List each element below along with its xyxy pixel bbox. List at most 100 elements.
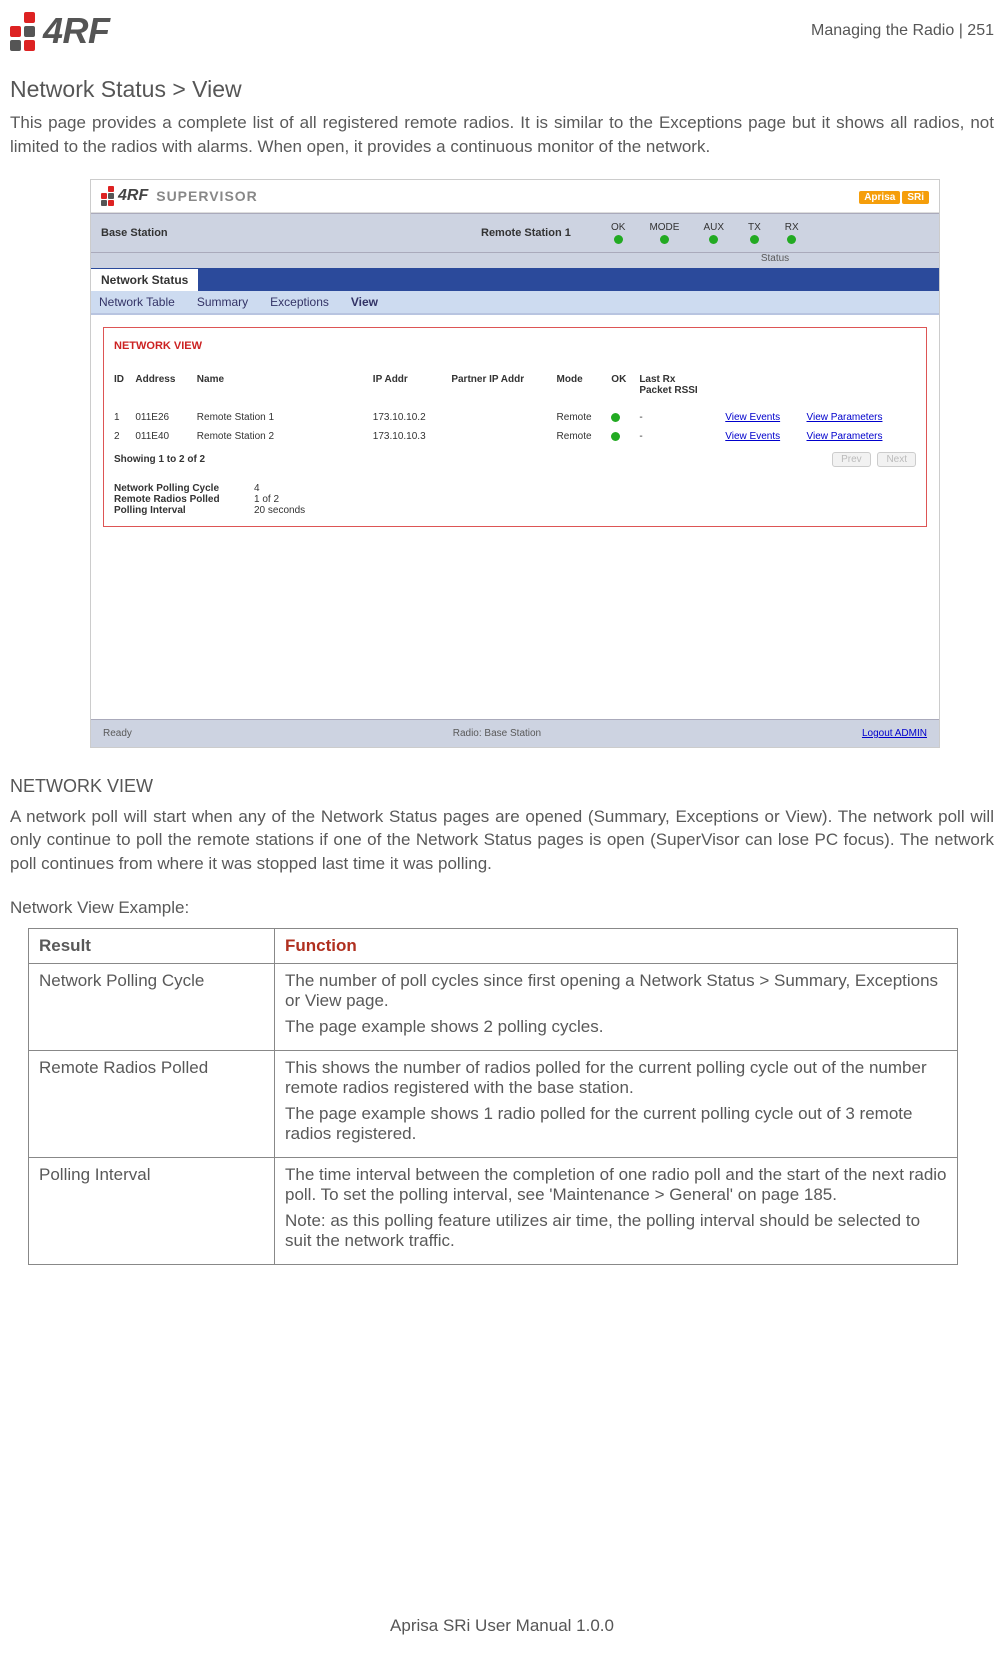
sv-status-leds: OK MODE AUX TX RX xyxy=(611,222,799,244)
func-p: The page example shows 2 polling cycles. xyxy=(285,1017,947,1037)
table-row: Polling Interval The time interval betwe… xyxy=(29,1157,958,1264)
subtab-network-table[interactable]: Network Table xyxy=(99,295,175,309)
func-p: Note: as this polling feature utilizes a… xyxy=(285,1211,947,1251)
logo-4rf: 4RF xyxy=(10,10,110,52)
led-aux-icon xyxy=(709,235,718,244)
cell-ip: 173.10.10.3 xyxy=(373,427,452,446)
stat-rrp-label: Remote Radios Polled xyxy=(114,494,244,505)
sv-logo-text: 4RF xyxy=(118,187,148,205)
led-ok-label: OK xyxy=(611,222,625,233)
cell-pip xyxy=(451,408,556,427)
cell-rssi: - xyxy=(639,427,725,446)
cell-name: Remote Station 2 xyxy=(197,427,373,446)
link-view-events[interactable]: View Events xyxy=(725,431,780,442)
cell-ip: 173.10.10.2 xyxy=(373,408,452,427)
cell-mode: Remote xyxy=(557,427,612,446)
logo-dots-icon xyxy=(10,12,35,51)
ok-led-icon xyxy=(611,413,620,422)
page-footer: Aprisa SRi User Manual 1.0.0 xyxy=(0,1616,1004,1636)
table-row: 1 011E26 Remote Station 1 173.10.10.2 Re… xyxy=(114,408,916,427)
led-mode-label: MODE xyxy=(649,222,679,233)
sv-status-radio: Radio: Base Station xyxy=(453,728,541,739)
stat-npc-label: Network Polling Cycle xyxy=(114,483,244,494)
cell-rssi: - xyxy=(639,408,725,427)
cell-result: Remote Radios Polled xyxy=(29,1050,275,1157)
cell-id: 2 xyxy=(114,427,135,446)
col-ok: OK xyxy=(611,370,639,408)
sv-brand: AprisaSRi xyxy=(857,187,929,204)
cell-name: Remote Station 1 xyxy=(197,408,373,427)
sv-status-sublabel: Status xyxy=(91,253,939,268)
led-rx-icon xyxy=(787,235,796,244)
col-mode: Mode xyxy=(557,370,612,408)
cell-function: This shows the number of radios polled f… xyxy=(275,1050,958,1157)
col-partner-ip: Partner IP Addr xyxy=(451,370,556,408)
cell-addr: 011E40 xyxy=(135,427,196,446)
subtab-summary[interactable]: Summary xyxy=(197,295,248,309)
func-p: The time interval between the completion… xyxy=(285,1165,947,1205)
sv-logo-dots-icon xyxy=(101,186,114,206)
page-header: 4RF Managing the Radio | 251 xyxy=(10,10,994,52)
network-view-heading: NETWORK VIEW xyxy=(10,776,994,797)
sv-network-table: ID Address Name IP Addr Partner IP Addr … xyxy=(114,370,916,446)
stat-npc-value: 4 xyxy=(254,483,260,494)
cell-result: Network Polling Cycle xyxy=(29,963,275,1050)
next-button[interactable]: Next xyxy=(877,452,916,467)
definition-table: Result Function Network Polling Cycle Th… xyxy=(28,928,958,1265)
cell-function: The time interval between the completion… xyxy=(275,1157,958,1264)
stat-pi-value: 20 seconds xyxy=(254,505,305,516)
supervisor-screenshot: 4RF SUPERVISOR AprisaSRi Base Station Re… xyxy=(90,179,940,748)
ok-led-icon xyxy=(611,432,620,441)
cell-pip xyxy=(451,427,556,446)
cell-mode: Remote xyxy=(557,408,612,427)
sv-polling-stats: Network Polling Cycle 4 Remote Radios Pol… xyxy=(114,483,916,516)
led-ok-icon xyxy=(614,235,623,244)
link-view-events[interactable]: View Events xyxy=(725,412,780,423)
th-result: Result xyxy=(29,928,275,963)
func-p: The number of poll cycles since first op… xyxy=(285,971,947,1011)
table-row: Remote Radios Polled This shows the numb… xyxy=(29,1050,958,1157)
link-view-parameters[interactable]: View Parameters xyxy=(807,412,883,423)
led-mode-icon xyxy=(660,235,669,244)
col-rssi: Last Rx Packet RSSI xyxy=(639,370,725,408)
stat-pi-label: Polling Interval xyxy=(114,505,244,516)
col-id: ID xyxy=(114,370,135,408)
col-name: Name xyxy=(197,370,373,408)
tab-network-status[interactable]: Network Status xyxy=(91,268,198,291)
sv-base-station: Base Station xyxy=(101,227,481,239)
network-view-paragraph: A network poll will start when any of th… xyxy=(10,805,994,876)
sv-panel-title: NETWORK VIEW xyxy=(114,340,916,352)
func-p: The page example shows 1 radio polled fo… xyxy=(285,1104,947,1144)
link-view-parameters[interactable]: View Parameters xyxy=(807,431,883,442)
led-rx-label: RX xyxy=(785,222,799,233)
led-tx-icon xyxy=(750,235,759,244)
example-title: Network View Example: xyxy=(10,898,994,918)
header-breadcrumb: Managing the Radio | 251 xyxy=(811,22,994,40)
cell-id: 1 xyxy=(114,408,135,427)
th-function: Function xyxy=(275,928,958,963)
subtab-view[interactable]: View xyxy=(351,295,378,309)
logout-link[interactable]: Logout ADMIN xyxy=(862,728,927,739)
sv-brand-text: Aprisa xyxy=(859,191,900,204)
section-title: Network Status > View xyxy=(10,76,994,103)
logo-text: 4RF xyxy=(43,10,110,52)
func-p: This shows the number of radios polled f… xyxy=(285,1058,947,1098)
sv-supervisor-label: SUPERVISOR xyxy=(156,188,258,204)
cell-result: Polling Interval xyxy=(29,1157,275,1264)
led-aux-label: AUX xyxy=(703,222,724,233)
prev-button[interactable]: Prev xyxy=(832,452,871,467)
cell-function: The number of poll cycles since first op… xyxy=(275,963,958,1050)
section-intro: This page provides a complete list of al… xyxy=(10,111,994,159)
sv-remote-station: Remote Station 1 xyxy=(481,227,611,239)
col-address: Address xyxy=(135,370,196,408)
sv-brand-badge: SRi xyxy=(902,191,929,204)
sv-status-ready: Ready xyxy=(103,728,132,739)
cell-addr: 011E26 xyxy=(135,408,196,427)
subtab-exceptions[interactable]: Exceptions xyxy=(270,295,329,309)
table-row: Network Polling Cycle The number of poll… xyxy=(29,963,958,1050)
led-tx-label: TX xyxy=(748,222,761,233)
table-row: 2 011E40 Remote Station 2 173.10.10.3 Re… xyxy=(114,427,916,446)
col-ip: IP Addr xyxy=(373,370,452,408)
sv-showing-text: Showing 1 to 2 of 2 xyxy=(114,454,205,465)
stat-rrp-value: 1 of 2 xyxy=(254,494,279,505)
